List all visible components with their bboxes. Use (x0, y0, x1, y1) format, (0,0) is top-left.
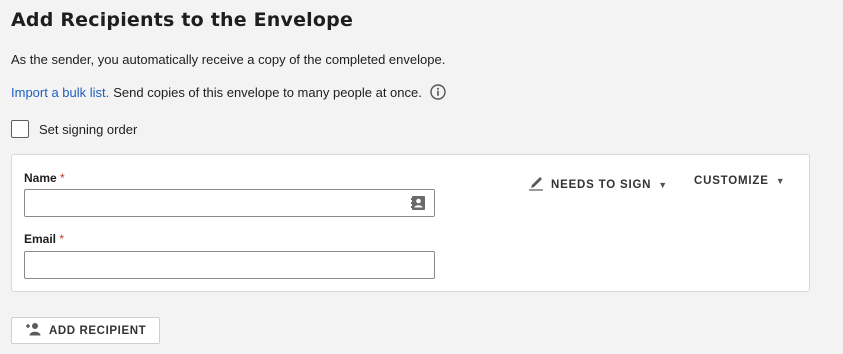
role-label: NEEDS TO SIGN (551, 178, 652, 191)
add-recipient-label: ADD RECIPIENT (49, 324, 147, 337)
required-mark: * (59, 232, 65, 246)
sender-note: As the sender, you automatically receive… (11, 52, 446, 67)
customize-dropdown[interactable]: CUSTOMIZE ▼ (694, 175, 785, 187)
customize-label: CUSTOMIZE (694, 175, 769, 187)
name-input[interactable] (24, 189, 435, 217)
required-mark: * (60, 171, 65, 185)
import-bulk-line: Import a bulk list. Send copies of this … (11, 84, 446, 100)
import-description: Send copies of this envelope to many peo… (113, 84, 422, 100)
email-input[interactable] (24, 251, 435, 279)
needs-to-sign-dropdown[interactable]: NEEDS TO SIGN ▼ (528, 175, 668, 194)
add-person-icon (24, 322, 42, 339)
email-label: Email * (24, 232, 65, 246)
recipient-card: Name * Email * NEEDS TO SIGN ▼ CUSTOMIZE… (11, 154, 810, 292)
signing-order-checkbox[interactable] (11, 120, 29, 138)
page-title: Add Recipients to the Envelope (11, 9, 354, 31)
info-icon[interactable] (430, 84, 446, 100)
chevron-down-icon: ▼ (658, 179, 669, 190)
import-bulk-list-link[interactable]: Import a bulk list. (11, 85, 109, 100)
signing-order-label: Set signing order (39, 121, 138, 137)
contacts-icon[interactable] (410, 195, 426, 211)
name-label: Name * (24, 171, 65, 185)
add-recipients-page: Add Recipients to the Envelope As the se… (0, 0, 843, 354)
add-recipient-button[interactable]: ADD RECIPIENT (11, 317, 160, 344)
pen-icon (528, 175, 544, 194)
chevron-down-icon: ▼ (775, 176, 786, 186)
signing-order-row: Set signing order (11, 120, 137, 138)
